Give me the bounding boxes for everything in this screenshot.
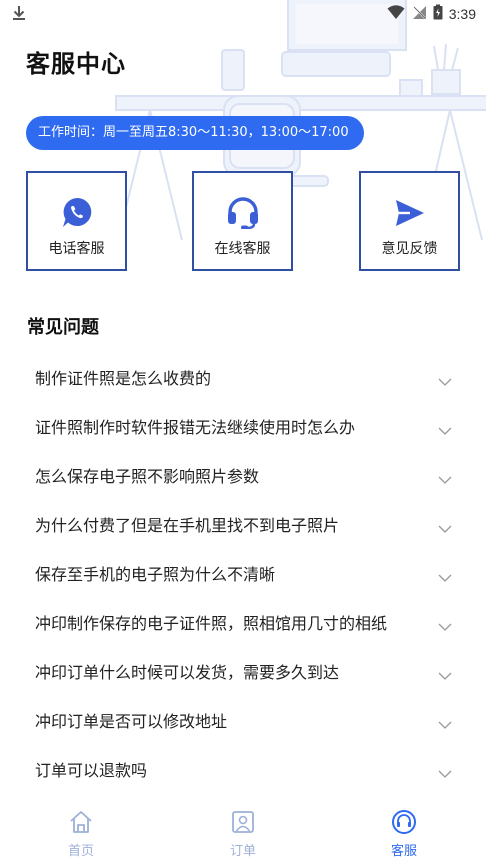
nav-customer-service[interactable]: 客服	[364, 810, 444, 859]
customer-service-icon	[391, 810, 417, 838]
page-title: 客服中心	[26, 50, 126, 78]
faq-item[interactable]: 为什么付费了但是在手机里找不到电子照片	[0, 501, 486, 550]
chevron-down-icon	[438, 666, 452, 685]
feedback-button[interactable]: 意见反馈	[359, 171, 460, 271]
chevron-down-icon	[438, 470, 452, 489]
phone-service-button[interactable]: 电话客服	[26, 171, 127, 271]
faq-item[interactable]: 保存至手机的电子照为什么不清晰	[0, 550, 486, 599]
faq-item[interactable]: 订单可以退款吗	[0, 746, 486, 795]
service-cards: 电话客服 在线客服 意见反馈	[26, 171, 460, 271]
nav-home[interactable]: 首页	[41, 810, 121, 859]
feedback-label: 意见反馈	[381, 241, 438, 257]
faq-item[interactable]: 冲印订单什么时候可以发货，需要多久到达	[0, 648, 486, 697]
working-hours-badge: 工作时间：周一至周五8:30～11:30，13:00～17:00	[26, 116, 364, 150]
home-icon	[68, 810, 94, 838]
faq-item[interactable]: 冲印订单是否可以修改地址	[0, 697, 486, 746]
chevron-down-icon	[438, 617, 452, 636]
faq-question: 制作证件照是怎么收费的	[35, 369, 212, 388]
chevron-down-icon	[438, 372, 452, 391]
orders-icon	[231, 810, 255, 838]
chevron-down-icon	[438, 568, 452, 587]
faq-item[interactable]: 制作证件照是怎么收费的	[0, 354, 486, 403]
nav-home-label: 首页	[67, 844, 94, 859]
online-service-label: 在线客服	[214, 241, 271, 257]
status-time: 3:39	[448, 6, 476, 22]
faq-question: 订单可以退款吗	[35, 761, 148, 780]
chevron-down-icon	[438, 715, 452, 734]
faq-question: 证件照制作时软件报错无法继续使用时怎么办	[35, 418, 356, 437]
phone-service-label: 电话客服	[48, 241, 105, 257]
status-bar: 3:39	[0, 0, 486, 28]
nav-orders-label: 订单	[229, 844, 256, 859]
faq-question: 冲印订单是否可以修改地址	[35, 712, 228, 731]
nav-service-label: 客服	[390, 844, 417, 859]
phone-icon	[62, 197, 92, 229]
battery-icon	[433, 4, 443, 24]
faq-item[interactable]: 冲印制作保存的电子证件照，照相馆用几寸的相纸	[0, 599, 486, 648]
faq-question: 怎么保存电子照不影响照片参数	[35, 467, 260, 486]
online-service-button[interactable]: 在线客服	[192, 171, 293, 271]
chevron-down-icon	[438, 421, 452, 440]
no-signal-icon	[411, 4, 427, 24]
faq-list: 制作证件照是怎么收费的 证件照制作时软件报错无法继续使用时怎么办 怎么保存电子照…	[0, 354, 486, 795]
chevron-down-icon	[438, 519, 452, 538]
headset-icon	[226, 197, 260, 229]
bottom-nav: 首页 订单 客服	[0, 800, 486, 864]
faq-title: 常见问题	[27, 317, 99, 338]
send-icon	[395, 197, 425, 229]
nav-orders[interactable]: 订单	[203, 810, 283, 859]
faq-item[interactable]: 怎么保存电子照不影响照片参数	[0, 452, 486, 501]
faq-question: 冲印制作保存的电子证件照，照相馆用几寸的相纸	[35, 614, 388, 633]
download-icon	[12, 5, 26, 25]
faq-item[interactable]: 证件照制作时软件报错无法继续使用时怎么办	[0, 403, 486, 452]
faq-question: 保存至手机的电子照为什么不清晰	[35, 565, 276, 584]
status-icons: 3:39	[387, 4, 476, 24]
faq-question: 为什么付费了但是在手机里找不到电子照片	[35, 516, 340, 535]
chevron-down-icon	[438, 764, 452, 783]
wifi-icon	[387, 4, 405, 24]
faq-question: 冲印订单什么时候可以发货，需要多久到达	[35, 663, 340, 682]
